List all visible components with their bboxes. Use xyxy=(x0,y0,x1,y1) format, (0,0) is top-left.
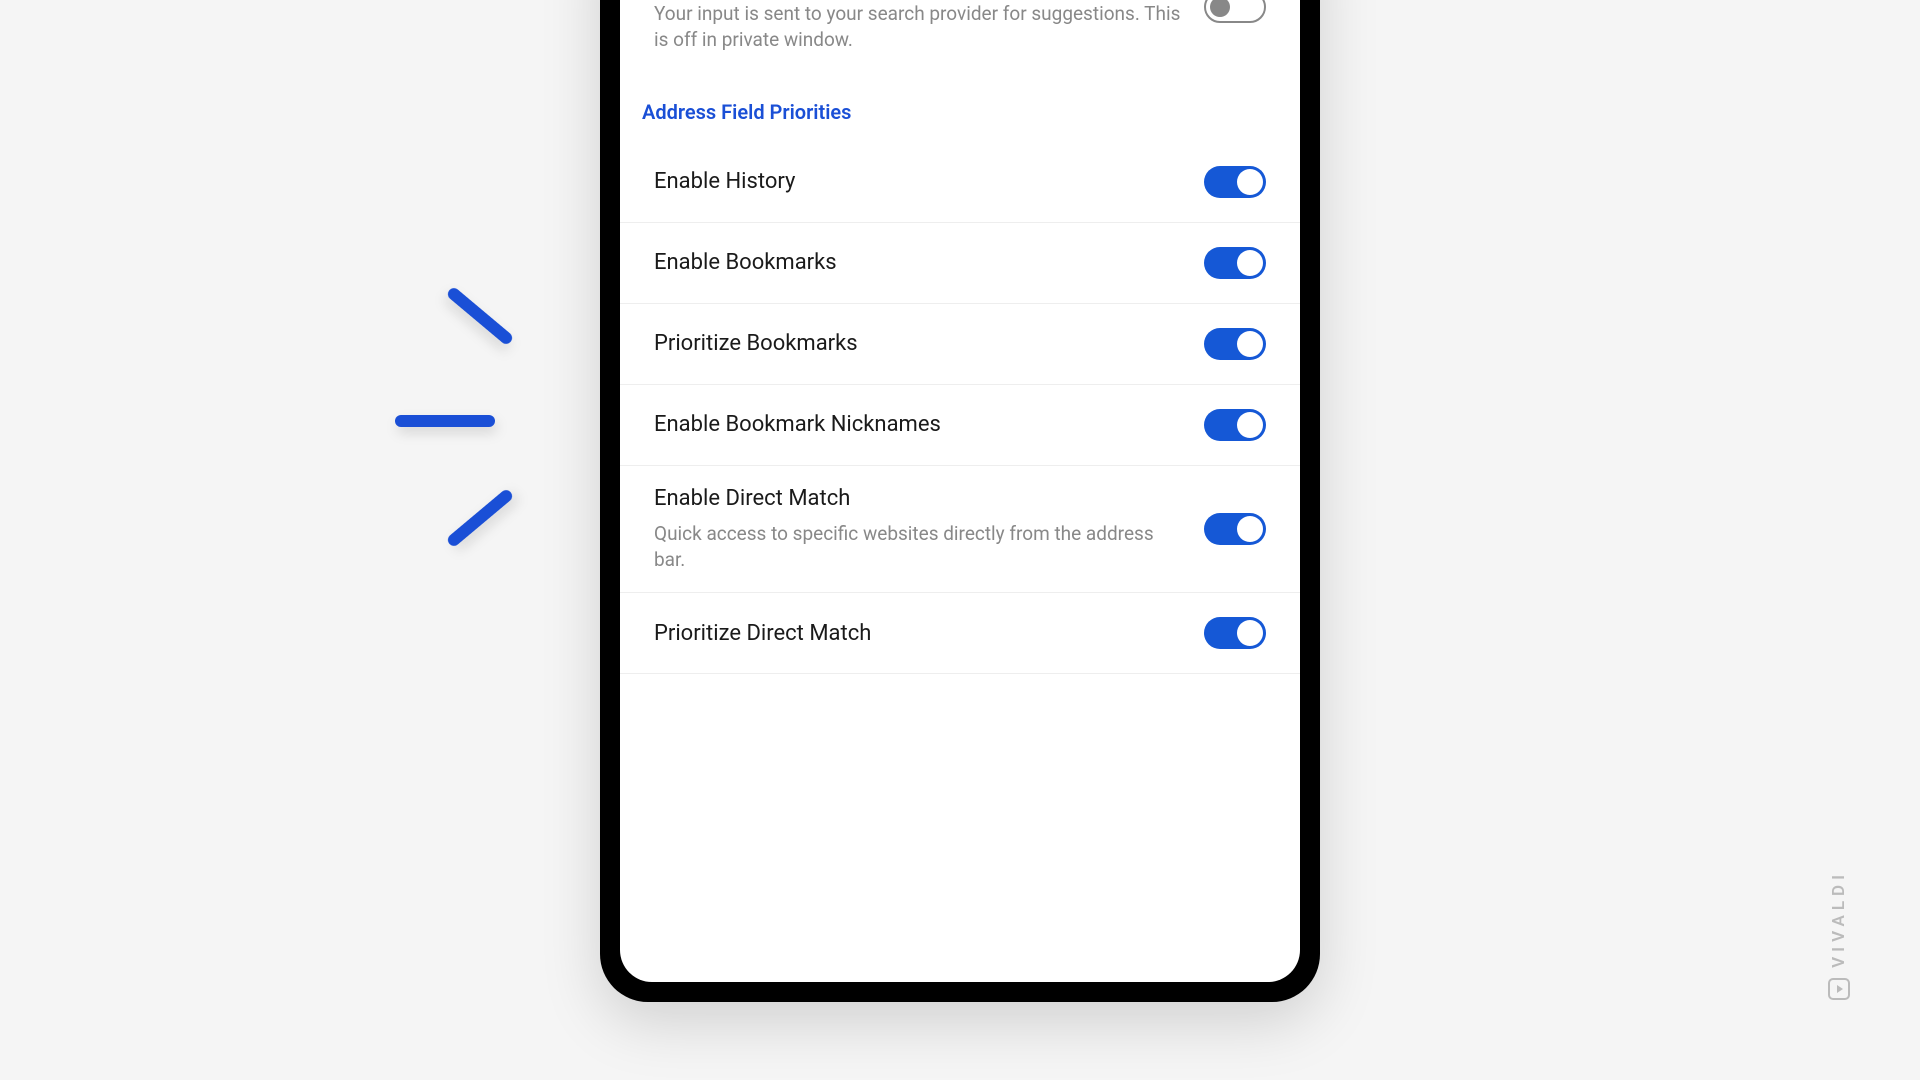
toggle-knob-icon xyxy=(1210,0,1230,17)
setting-text-block: Allow Search Suggestions Your input is s… xyxy=(654,0,1184,54)
decoration-line-icon xyxy=(395,415,495,427)
toggle-enable-history[interactable] xyxy=(1204,166,1266,198)
setting-allow-search-suggestions[interactable]: Allow Search Suggestions Your input is s… xyxy=(620,0,1300,76)
phone-frame: Allow Search Suggestions Your input is s… xyxy=(600,0,1320,1002)
toggle-enable-bookmark-nicknames[interactable] xyxy=(1204,409,1266,441)
priority-text-block: Enable Bookmark Nicknames xyxy=(654,412,1184,437)
toggle-knob-icon xyxy=(1237,516,1263,542)
phone-screen: Allow Search Suggestions Your input is s… xyxy=(620,0,1300,982)
priority-description: Quick access to specific websites direct… xyxy=(654,521,1184,572)
decoration-line-icon xyxy=(446,488,515,549)
priority-enable-bookmarks[interactable]: Enable Bookmarks xyxy=(620,223,1300,304)
priority-title: Enable Direct Match xyxy=(654,486,1184,511)
priority-prioritize-bookmarks[interactable]: Prioritize Bookmarks xyxy=(620,304,1300,385)
toggle-knob-icon xyxy=(1237,412,1263,438)
toggle-knob-icon xyxy=(1237,620,1263,646)
toggle-enable-bookmarks[interactable] xyxy=(1204,247,1266,279)
toggle-prioritize-direct-match[interactable] xyxy=(1204,617,1266,649)
section-header-address-priorities: Address Field Priorities xyxy=(620,76,1300,134)
toggle-knob-icon xyxy=(1237,250,1263,276)
toggle-knob-icon xyxy=(1237,331,1263,357)
toggle-prioritize-bookmarks[interactable] xyxy=(1204,328,1266,360)
priority-text-block: Prioritize Direct Match xyxy=(654,621,1184,646)
toggle-knob-icon xyxy=(1237,169,1263,195)
priority-title: Prioritize Bookmarks xyxy=(654,331,1184,356)
priority-list: Enable History Enable Bookmarks xyxy=(620,142,1300,674)
priority-title: Prioritize Direct Match xyxy=(654,621,1184,646)
settings-panel: Allow Search Suggestions Your input is s… xyxy=(620,0,1300,982)
priority-prioritize-direct-match[interactable]: Prioritize Direct Match xyxy=(620,593,1300,674)
setting-description: Your input is sent to your search provid… xyxy=(654,1,1184,54)
toggle-enable-direct-match[interactable] xyxy=(1204,513,1266,545)
priority-title: Enable Bookmark Nicknames xyxy=(654,412,1184,437)
decoration-line-icon xyxy=(446,286,515,347)
priority-enable-history[interactable]: Enable History xyxy=(620,142,1300,223)
toggle-search-suggestions[interactable] xyxy=(1204,0,1266,23)
brand-watermark: VIVALDI xyxy=(1828,870,1850,1000)
brand-name: VIVALDI xyxy=(1829,870,1849,968)
brand-play-icon xyxy=(1828,978,1850,1000)
priority-text-block: Enable History xyxy=(654,169,1184,194)
priority-title: Enable Bookmarks xyxy=(654,250,1184,275)
priority-title: Enable History xyxy=(654,169,1184,194)
priority-text-block: Enable Direct Match Quick access to spec… xyxy=(654,486,1184,572)
priority-text-block: Enable Bookmarks xyxy=(654,250,1184,275)
priority-enable-bookmark-nicknames[interactable]: Enable Bookmark Nicknames xyxy=(620,385,1300,466)
priority-enable-direct-match[interactable]: Enable Direct Match Quick access to spec… xyxy=(620,466,1300,593)
priority-text-block: Prioritize Bookmarks xyxy=(654,331,1184,356)
